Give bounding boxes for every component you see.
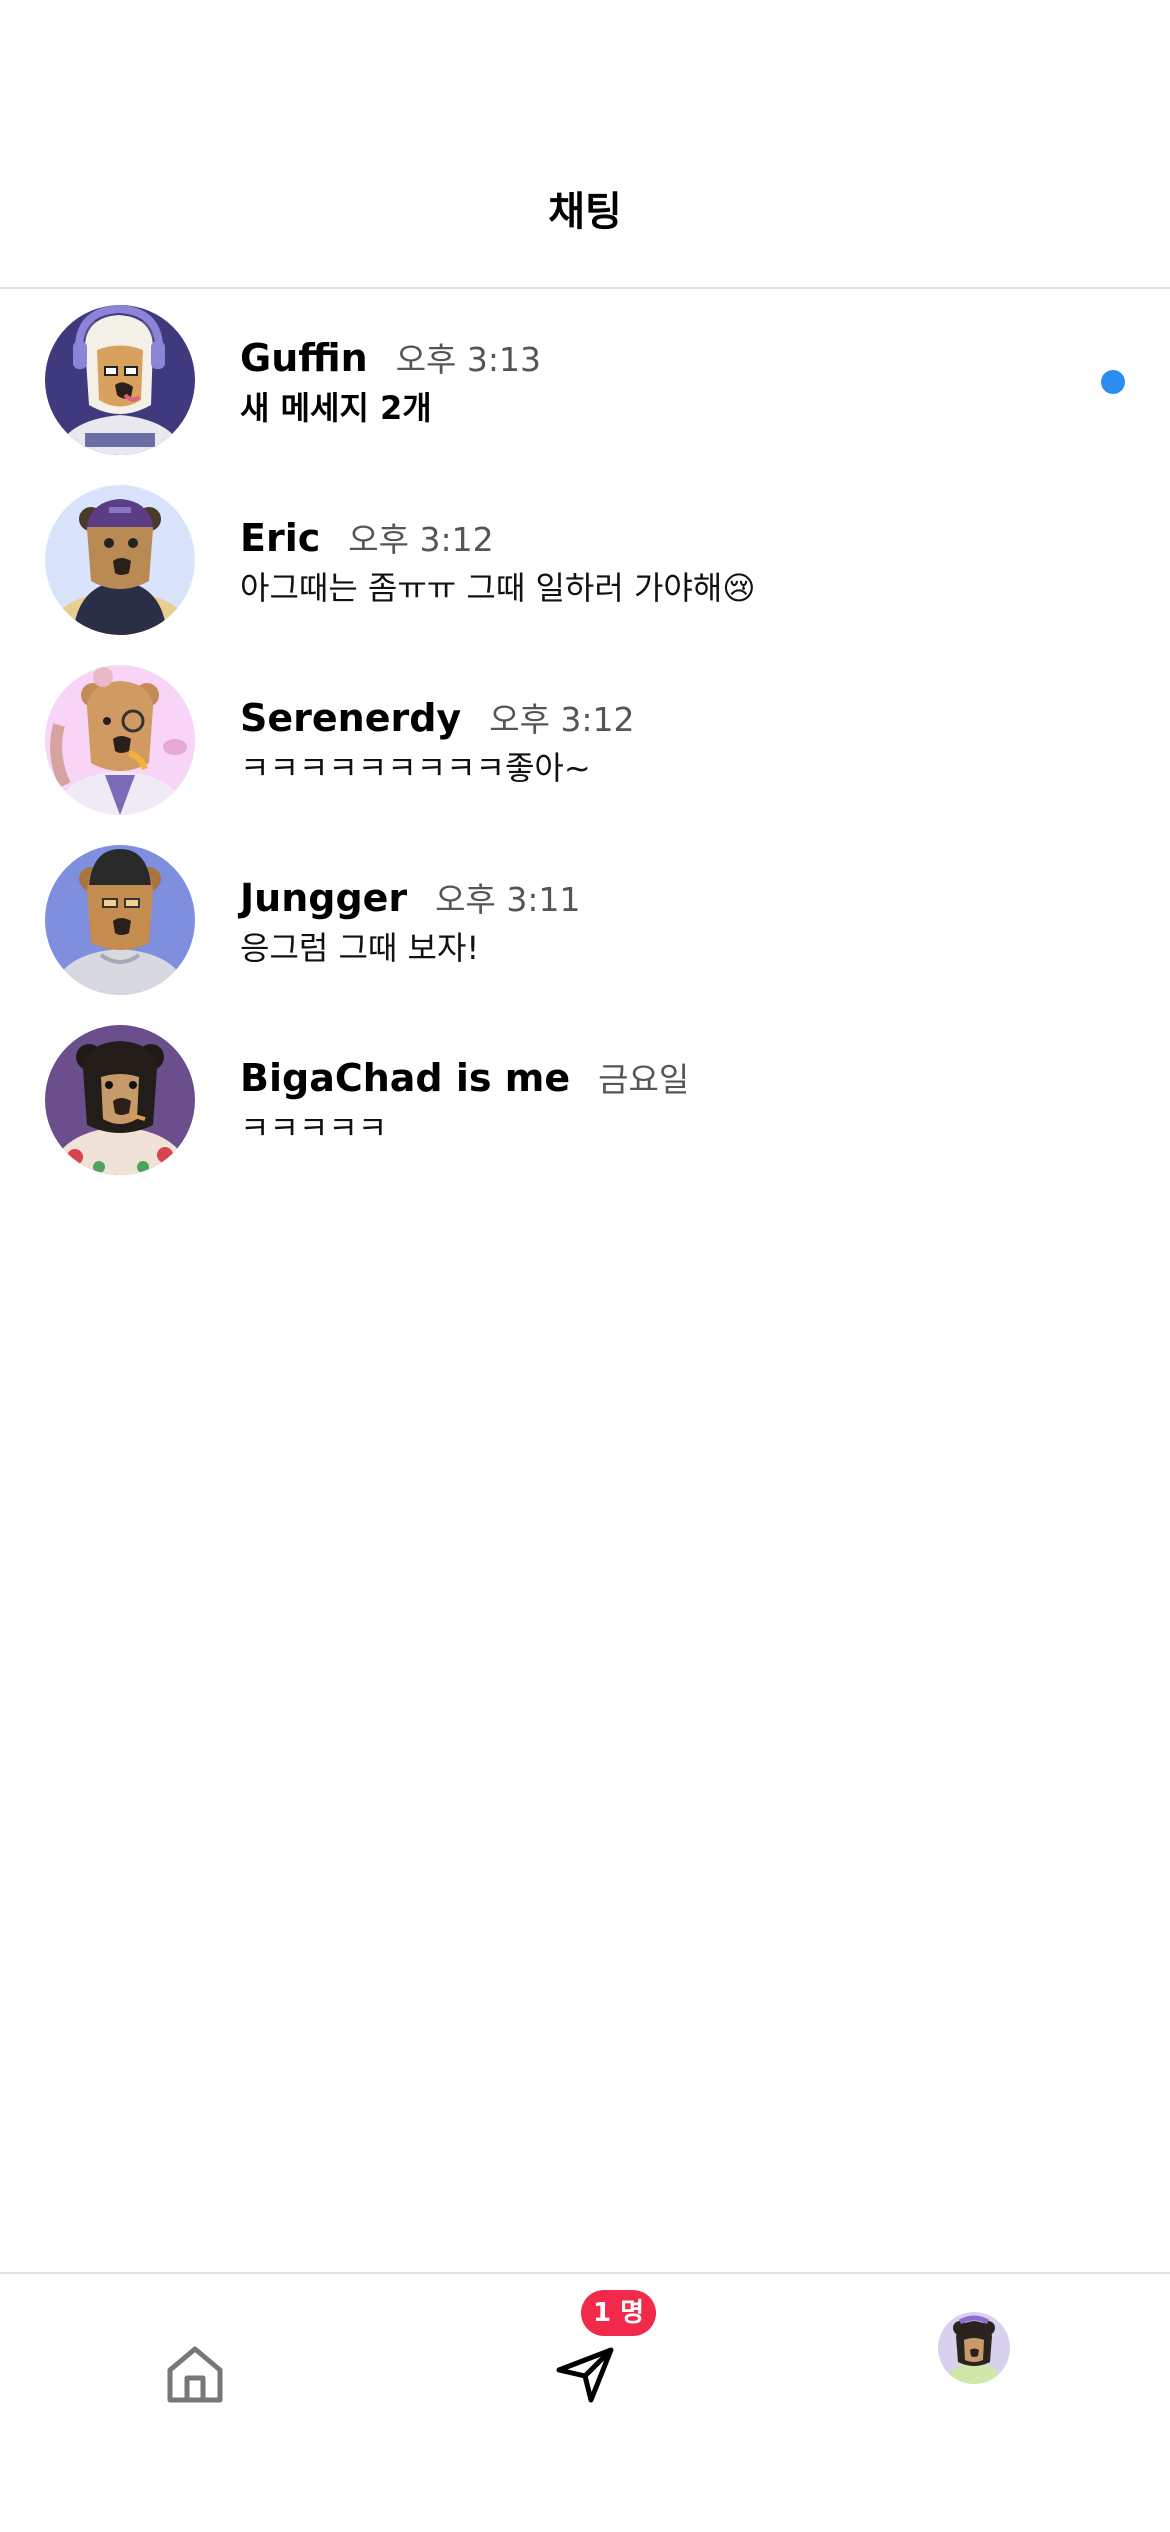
profile-avatar[interactable] <box>938 2312 1010 2384</box>
chat-time: 오후 3:13 <box>395 340 542 379</box>
header: 채팅 <box>0 0 1170 289</box>
bear-beanie-avatar-icon <box>45 845 195 995</box>
profile-avatar-icon <box>938 2312 1010 2384</box>
avatar <box>45 485 195 635</box>
chat-name: Jungger <box>240 876 408 920</box>
chat-name: Serenerdy <box>240 696 462 740</box>
message-preview: ㅋㅋㅋㅋㅋㅋㅋㅋㅋ좋아~ <box>240 749 591 787</box>
message-preview: ㅋㅋㅋㅋㅋ <box>240 1109 388 1147</box>
avatar <box>45 665 195 815</box>
tab-home[interactable] <box>135 2314 255 2434</box>
unread-dot-icon <box>1101 370 1125 394</box>
chat-time: 오후 3:11 <box>435 880 581 919</box>
chat-time: 금요일 <box>598 1060 690 1099</box>
bear-purple-cap-avatar-icon <box>45 485 195 635</box>
chat-name: Eric <box>240 516 321 560</box>
dm-badge: 1 명 <box>581 2290 657 2336</box>
chat-name: Guffin <box>240 336 368 380</box>
black-bear-floral-avatar-icon <box>45 1025 195 1175</box>
chat-row-bigachad[interactable]: BigaChad is me 금요일 ㅋㅋㅋㅋㅋ <box>0 1010 1170 1190</box>
chat-row-guffin[interactable]: Guffin 오후 3:13 새 메세지 2개 <box>0 290 1170 470</box>
chat-time: 오후 3:12 <box>489 700 635 739</box>
message-preview: 응그럼 그때 보자! <box>240 929 480 967</box>
send-icon <box>556 2347 614 2403</box>
avatar <box>45 305 195 455</box>
bear-monocle-avatar-icon <box>45 665 195 815</box>
chat-row-serenerdy[interactable]: Serenerdy 오후 3:12 ㅋㅋㅋㅋㅋㅋㅋㅋㅋ좋아~ <box>0 650 1170 830</box>
chat-time: 오후 3:12 <box>348 520 494 559</box>
chat-name-line: Jungger 오후 3:11 <box>240 872 581 924</box>
message-preview: 아그때는 좀ㅠㅠ 그때 일하러 가야해😢 <box>240 569 756 607</box>
chat-name: BigaChad is me <box>240 1056 571 1100</box>
avatar <box>45 845 195 995</box>
chat-name-line: BigaChad is me 금요일 <box>240 1052 689 1104</box>
home-icon <box>167 2346 223 2403</box>
avatar <box>45 1025 195 1175</box>
chat-row-jungger[interactable]: Jungger 오후 3:11 응그럼 그때 보자! <box>0 830 1170 1010</box>
page-title: 채팅 <box>548 189 622 235</box>
message-preview: 새 메세지 2개 <box>240 389 432 427</box>
chat-name-line: Guffin 오후 3:13 <box>240 332 541 384</box>
bear-headphones-avatar-icon <box>45 305 195 455</box>
chat-name-line: Eric 오후 3:12 <box>240 512 494 564</box>
chat-row-eric[interactable]: Eric 오후 3:12 아그때는 좀ㅠㅠ 그때 일하러 가야해😢 <box>0 470 1170 650</box>
chat-name-line: Serenerdy 오후 3:12 <box>240 692 635 744</box>
